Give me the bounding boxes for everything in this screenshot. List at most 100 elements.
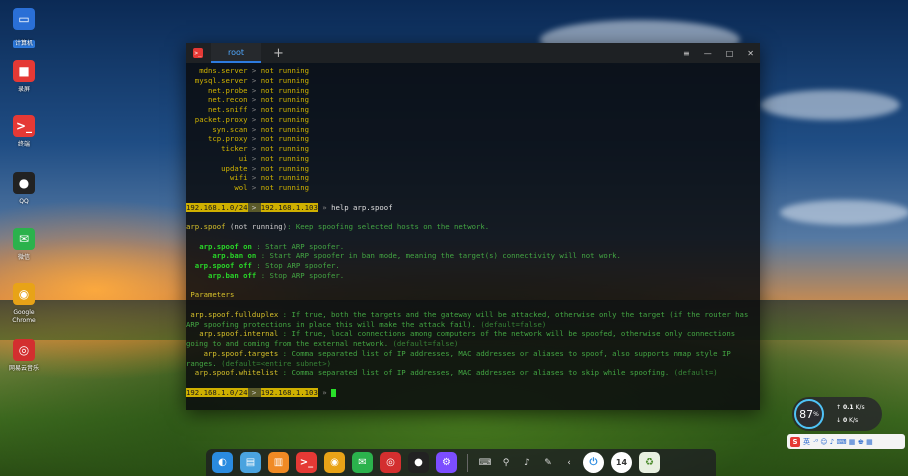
module-status: not running [260,183,310,192]
terminal-output[interactable]: mdns.server > not running mysql.server >… [186,63,760,398]
typed-command: help arp.spoof [331,202,393,212]
separator: > [251,75,257,85]
command-description: : Stop ARP spoofer. [256,270,345,280]
separator: > [251,163,257,173]
wechat-icon: ✉ [13,228,35,250]
prompt-separator: > [247,202,261,212]
parameter-name: arp.spoof.fullduplex [190,309,279,319]
prompt-separator: > [247,387,261,397]
desktop-icon-screen-recorder[interactable]: ■ 录屏 [5,60,43,94]
separator: > [251,153,257,163]
title-bar[interactable]: >_ root + ≡ — □ ✕ [186,43,760,63]
clock-icon[interactable]: 14 [611,452,632,473]
module-status-line: wifi > not running [186,173,760,183]
module-name: wol [234,183,248,192]
netease-music-icon: ◎ [13,339,35,361]
power-button[interactable]: ⏻ [583,452,604,473]
dock-separator [467,453,468,472]
ime-toolbar-icons[interactable]: ·⁰ ☺ ♪ ⌨ ▦ ♚ ▦ [813,438,873,446]
parameter-name: arp.spoof.internal [199,329,279,339]
dock: ◐ ▤ ▥ >_ ◉ ✉ ◎ ● ⚙ ⌨ ⚲ ♪ ✎ ‹ ⏻ 14 ♻ [206,449,716,476]
trash-icon[interactable]: ♻ [639,452,660,473]
separator: > [251,105,257,114]
desktop-icon-google-chrome[interactable]: ◉ Google Chrome [5,283,43,325]
dock-settings-icon[interactable]: ⚙ [436,452,457,473]
module-status: not running [260,85,310,95]
menu-button[interactable]: ≡ [683,49,690,58]
ime-language[interactable]: 英 [803,437,810,447]
dock-chrome-icon[interactable]: ◉ [324,452,345,473]
memory-usage-gauge: 87% [794,399,824,429]
desktop-icon-netease-music[interactable]: ◎ 网易云音乐 [5,339,43,373]
terminal-window[interactable]: >_ root + ≡ — □ ✕ mdns.server > not runn… [186,43,760,410]
module-status-line: net.recon > not running [186,95,760,105]
input-method-bar[interactable]: S 英 ·⁰ ☺ ♪ ⌨ ▦ ♚ ▦ [787,434,905,449]
prompt-host-ip: 192.168.1.103 [260,202,318,212]
module-name: mdns.server [199,66,248,75]
module-status-line: packet.proxy > not running [186,115,760,125]
module-status: not running [260,75,310,85]
dock-app-store-icon[interactable]: ▥ [268,452,289,473]
command-help-line: arp.ban off : Stop ARP spoofer. [186,271,760,281]
separator: > [251,183,257,192]
dock-terminal-icon[interactable]: >_ [296,452,317,473]
volume-icon[interactable]: ♪ [520,456,534,470]
maximize-button[interactable]: □ [726,49,734,58]
module-status-line: mdns.server > not running [186,66,760,76]
parameter-default: (default=false) [475,319,547,329]
desktop-icon-label: 录屏 [17,86,30,93]
tab-root[interactable]: root [211,43,261,63]
module-title: arp.spoof [186,222,226,231]
module-name: mysql.server [194,75,248,85]
terminal-cursor[interactable] [331,388,337,397]
desktop-icon-label: 终端 [17,141,30,148]
parameter-help-line: arp.spoof.targets : Comma separated list… [186,349,760,369]
desktop-icon-label: 微信 [17,254,30,261]
parameters-heading: Parameters [186,290,760,300]
command-line: 192.168.1.0/24 > 192.168.1.103 » help ar… [186,202,760,213]
module-status: not running [260,153,310,163]
command-name: arp.ban on [212,251,257,261]
module-name: packet.proxy [194,114,248,124]
module-name: tcp.proxy [207,134,248,144]
dock-launcher-icon[interactable]: ◐ [212,452,233,473]
module-name: net.recon [207,95,248,105]
module-name: wifi [229,173,248,183]
desktop-icon-computer[interactable]: ▭ 计算机 [5,8,43,49]
module-status: not running [260,114,310,124]
module-name: ui [238,153,248,163]
screen-recorder-icon: ■ [13,60,35,82]
add-tab-button[interactable]: + [273,47,284,60]
dock-wechat-icon[interactable]: ✉ [352,452,373,473]
usb-icon[interactable]: ⚲ [499,456,513,470]
module-status: not running [260,173,310,183]
module-status: not running [260,124,310,134]
separator: > [251,66,257,75]
prompt-network: 192.168.1.0/24 [186,202,248,212]
dock-netease-music-icon[interactable]: ◎ [380,452,401,473]
keyboard-icon[interactable]: ⌨ [478,456,492,470]
desktop-icon-wechat[interactable]: ✉ 微信 [5,228,43,262]
command-description: : Start ARP spoofer in ban mode, meaning… [256,251,621,261]
dock-file-manager-icon[interactable]: ▤ [240,452,261,473]
module-name: net.sniff [207,105,248,114]
pen-icon[interactable]: ✎ [541,456,555,470]
chevron-left-icon[interactable]: ‹ [562,456,576,470]
desktop-icon-label: 网易云音乐 [8,365,39,372]
parameter-name: arp.spoof.whitelist [194,368,279,378]
module-status-line: ticker > not running [186,144,760,154]
close-button[interactable]: ✕ [747,49,754,58]
parameter-help-line: arp.spoof.fullduplex : If true, both the… [186,310,760,330]
dock-qq-icon[interactable]: ● [408,452,429,473]
module-status: not running [260,95,310,105]
active-prompt-line: 192.168.1.0/24 > 192.168.1.103 » [186,387,760,398]
minimize-button[interactable]: — [704,49,712,58]
desktop-icon-terminal[interactable]: >_ 终端 [5,115,43,149]
network-speed-widget[interactable]: 87% ↑ 0.1 K/s ↓ 0 K/s [792,397,882,431]
desktop-icon-qq[interactable]: ● QQ [5,172,43,206]
